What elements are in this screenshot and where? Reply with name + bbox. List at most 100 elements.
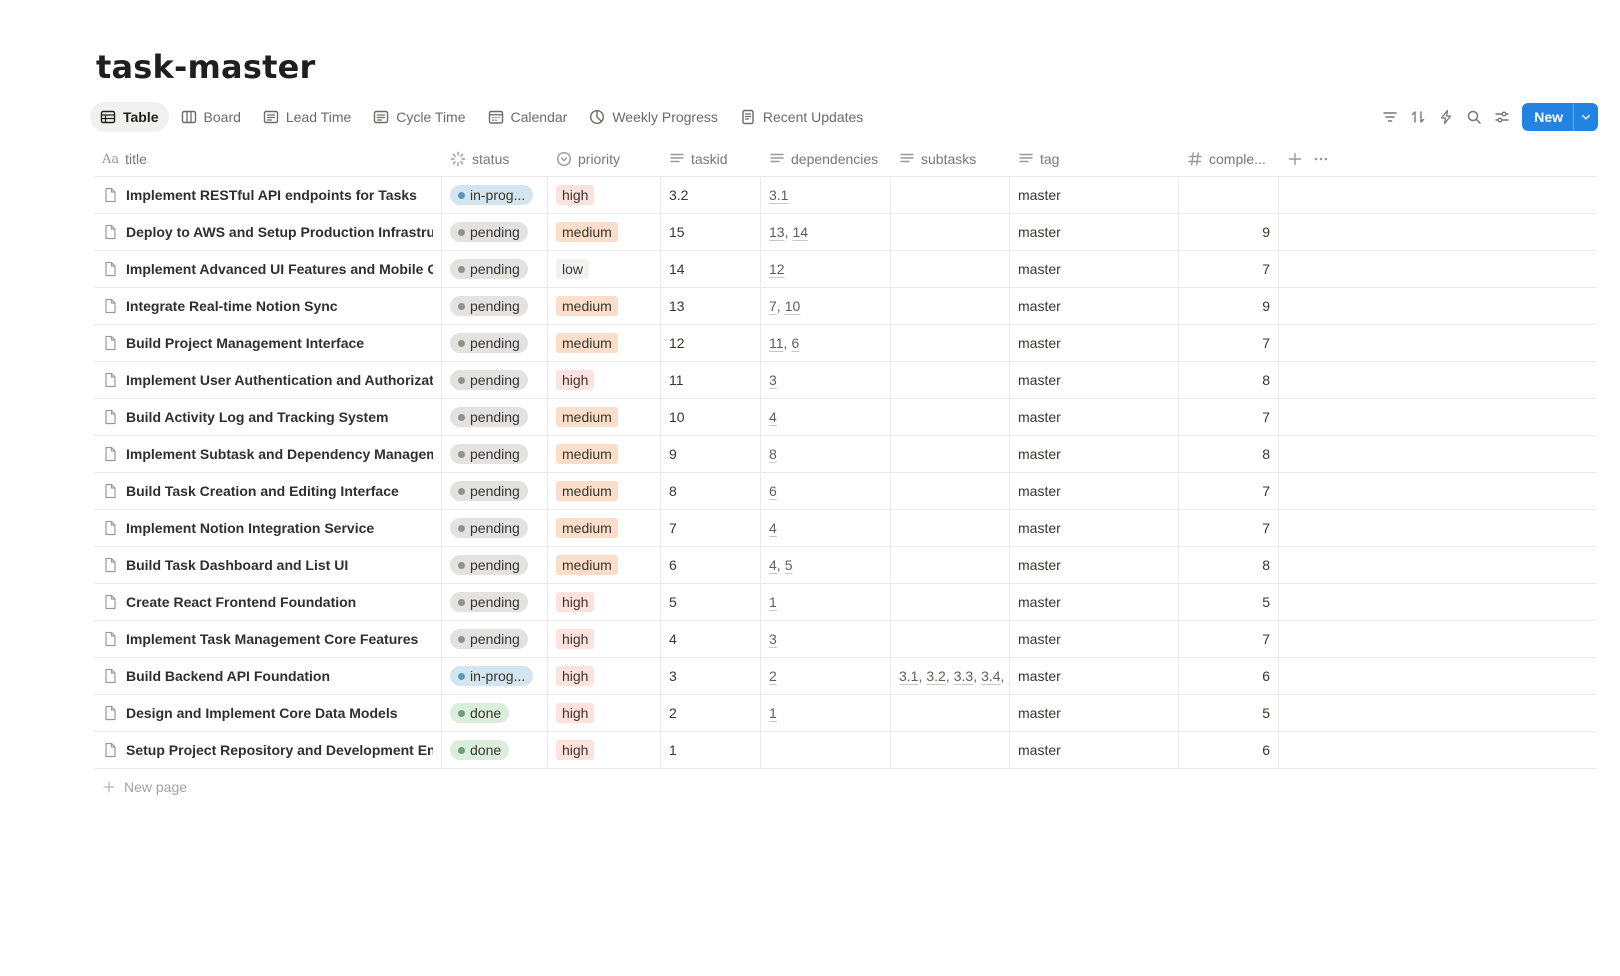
dependencies-cell[interactable]: 3: [761, 362, 891, 398]
dependency-link[interactable]: 1: [769, 594, 777, 610]
taskid-cell[interactable]: 1: [661, 732, 761, 768]
subtasks-cell[interactable]: [891, 621, 1010, 657]
status-cell[interactable]: in-prog...: [442, 658, 548, 694]
status-cell[interactable]: pending: [442, 214, 548, 250]
status-cell[interactable]: pending: [442, 473, 548, 509]
taskid-cell[interactable]: 13: [661, 288, 761, 324]
complexity-cell[interactable]: 7: [1179, 251, 1279, 287]
taskid-cell[interactable]: 5: [661, 584, 761, 620]
tag-cell[interactable]: master: [1010, 288, 1179, 324]
status-cell[interactable]: done: [442, 695, 548, 731]
title-cell[interactable]: Implement Advanced UI Features and Mobil…: [94, 251, 442, 287]
tag-cell[interactable]: master: [1010, 399, 1179, 435]
sort-icon[interactable]: [1404, 103, 1432, 131]
table-row[interactable]: Implement RESTful API endpoints for Task…: [94, 177, 1596, 214]
tag-cell[interactable]: master: [1010, 325, 1179, 361]
title-cell[interactable]: Implement Subtask and Dependency Managem…: [94, 436, 442, 472]
table-row[interactable]: Setup Project Repository and Development…: [94, 732, 1596, 769]
view-tab-recent-updates[interactable]: Recent Updates: [730, 102, 873, 132]
complexity-cell[interactable]: 7: [1179, 473, 1279, 509]
column-header-priority[interactable]: priority: [548, 142, 661, 176]
priority-cell[interactable]: medium: [548, 510, 661, 546]
filter-icon[interactable]: [1376, 103, 1404, 131]
subtasks-cell[interactable]: [891, 473, 1010, 509]
table-row[interactable]: Build Activity Log and Tracking System pe…: [94, 399, 1596, 436]
taskid-cell[interactable]: 6: [661, 547, 761, 583]
subtasks-cell[interactable]: [891, 436, 1010, 472]
taskid-cell[interactable]: 12: [661, 325, 761, 361]
complexity-cell[interactable]: 8: [1179, 436, 1279, 472]
subtasks-cell[interactable]: [891, 177, 1010, 213]
table-row[interactable]: Implement Task Management Core Features p…: [94, 621, 1596, 658]
subtask-link[interactable]: 3.2: [926, 668, 945, 684]
complexity-cell[interactable]: 6: [1179, 732, 1279, 768]
dependency-link[interactable]: 10: [785, 298, 801, 314]
dependency-link[interactable]: 7: [769, 298, 777, 314]
complexity-cell[interactable]: 7: [1179, 325, 1279, 361]
table-row[interactable]: Implement User Authentication and Author…: [94, 362, 1596, 399]
subtask-link[interactable]: 3.3: [954, 668, 973, 684]
complexity-cell[interactable]: [1179, 177, 1279, 213]
tag-cell[interactable]: master: [1010, 584, 1179, 620]
priority-cell[interactable]: medium: [548, 325, 661, 361]
complexity-cell[interactable]: 9: [1179, 288, 1279, 324]
title-cell[interactable]: Implement Notion Integration Service: [94, 510, 442, 546]
priority-cell[interactable]: medium: [548, 399, 661, 435]
view-tab-table[interactable]: Table: [90, 102, 169, 132]
subtasks-cell[interactable]: [891, 251, 1010, 287]
table-row[interactable]: Implement Advanced UI Features and Mobil…: [94, 251, 1596, 288]
view-tab-calendar[interactable]: Calendar: [478, 102, 578, 132]
tag-cell[interactable]: master: [1010, 436, 1179, 472]
complexity-cell[interactable]: 7: [1179, 621, 1279, 657]
view-tab-board[interactable]: Board: [171, 102, 251, 132]
taskid-cell[interactable]: 3: [661, 658, 761, 694]
priority-cell[interactable]: medium: [548, 547, 661, 583]
table-row[interactable]: Create React Frontend Foundation pending h…: [94, 584, 1596, 621]
subtasks-cell[interactable]: [891, 325, 1010, 361]
table-row[interactable]: Build Task Dashboard and List UI pending m…: [94, 547, 1596, 584]
tag-cell[interactable]: master: [1010, 214, 1179, 250]
tag-cell[interactable]: master: [1010, 621, 1179, 657]
title-cell[interactable]: Build Backend API Foundation: [94, 658, 442, 694]
dependency-link[interactable]: 8: [769, 446, 777, 462]
complexity-cell[interactable]: 9: [1179, 214, 1279, 250]
dependency-link[interactable]: 3: [769, 631, 777, 647]
dependencies-cell[interactable]: 7, 10: [761, 288, 891, 324]
dependencies-cell[interactable]: 3: [761, 621, 891, 657]
priority-cell[interactable]: low: [548, 251, 661, 287]
dependencies-cell[interactable]: 6: [761, 473, 891, 509]
column-header-tag[interactable]: tag: [1010, 142, 1179, 176]
dependency-link[interactable]: 14: [792, 224, 808, 240]
status-cell[interactable]: in-prog...: [442, 177, 548, 213]
title-cell[interactable]: Build Activity Log and Tracking System: [94, 399, 442, 435]
complexity-cell[interactable]: 5: [1179, 584, 1279, 620]
dependencies-cell[interactable]: 8: [761, 436, 891, 472]
dependency-link[interactable]: 3.1: [769, 187, 788, 203]
add-property-icon[interactable]: [1287, 151, 1303, 167]
dependencies-cell[interactable]: 3.1: [761, 177, 891, 213]
table-row[interactable]: Implement Subtask and Dependency Managem…: [94, 436, 1596, 473]
table-row[interactable]: Build Project Management Interface pendin…: [94, 325, 1596, 362]
table-row[interactable]: Deploy to AWS and Setup Production Infra…: [94, 214, 1596, 251]
status-cell[interactable]: pending: [442, 288, 548, 324]
taskid-cell[interactable]: 7: [661, 510, 761, 546]
dependency-link[interactable]: 12: [769, 261, 785, 277]
title-cell[interactable]: Implement Task Management Core Features: [94, 621, 442, 657]
tag-cell[interactable]: master: [1010, 695, 1179, 731]
taskid-cell[interactable]: 15: [661, 214, 761, 250]
dependencies-cell[interactable]: 4: [761, 399, 891, 435]
taskid-cell[interactable]: 10: [661, 399, 761, 435]
complexity-cell[interactable]: 8: [1179, 547, 1279, 583]
complexity-cell[interactable]: 6: [1179, 658, 1279, 694]
dependency-link[interactable]: 5: [785, 557, 793, 573]
tag-cell[interactable]: master: [1010, 547, 1179, 583]
column-header-complexity[interactable]: comple...: [1179, 142, 1279, 176]
tag-cell[interactable]: master: [1010, 177, 1179, 213]
status-cell[interactable]: pending: [442, 436, 548, 472]
taskid-cell[interactable]: 8: [661, 473, 761, 509]
status-cell[interactable]: pending: [442, 510, 548, 546]
dependencies-cell[interactable]: 11, 6: [761, 325, 891, 361]
dependency-link[interactable]: 1: [769, 705, 777, 721]
dependency-link[interactable]: 6: [769, 483, 777, 499]
view-tab-lead-time[interactable]: Lead Time: [253, 102, 361, 132]
